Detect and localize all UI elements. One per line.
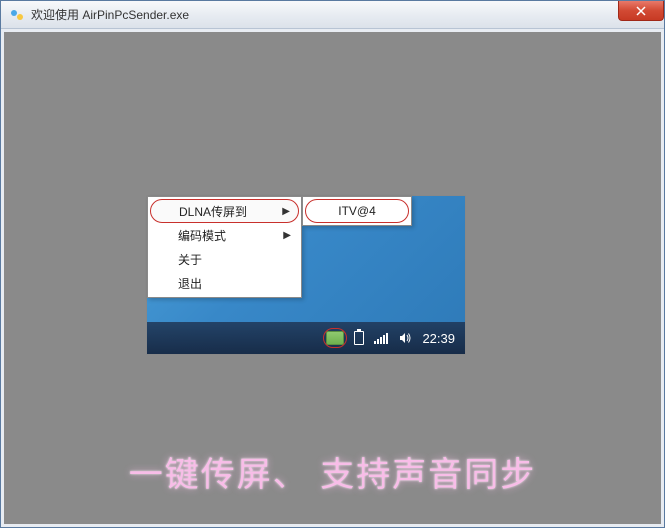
tray-app-icon[interactable] <box>326 331 344 345</box>
volume-icon[interactable] <box>398 331 412 345</box>
menu-item-about[interactable]: 关于 <box>150 247 299 271</box>
submenu: ITV@4 <box>302 196 412 226</box>
menu-item-exit[interactable]: 退出 <box>150 271 299 295</box>
menu-item-encoding[interactable]: 编码模式 ▶ <box>150 223 299 247</box>
signal-icon <box>374 332 388 344</box>
menu-item-dlna[interactable]: DLNA传屏到 ▶ <box>150 199 299 223</box>
menu-item-label: DLNA传屏到 <box>179 203 247 220</box>
content-area: DLNA传屏到 ▶ 编码模式 ▶ 关于 退出 ITV@4 <box>1 29 664 527</box>
tagline-text: 一键传屏、 支持声音同步 <box>4 447 661 496</box>
submenu-item-label: ITV@4 <box>338 204 376 218</box>
submenu-arrow-icon: ▶ <box>283 230 291 241</box>
menu-item-label: 退出 <box>178 275 202 292</box>
taskbar-clock: 22:39 <box>422 331 455 346</box>
menu-item-label: 关于 <box>178 251 202 268</box>
titlebar: 欢迎使用 AirPinPcSender.exe <box>1 1 664 29</box>
taskbar: 22:39 <box>147 322 465 354</box>
app-window: 欢迎使用 AirPinPcSender.exe DLNA传屏到 ▶ 编码模式 ▶… <box>0 0 665 528</box>
desktop-preview: DLNA传屏到 ▶ 编码模式 ▶ 关于 退出 ITV@4 <box>146 195 466 355</box>
battery-icon <box>354 331 364 345</box>
close-button[interactable] <box>618 1 664 21</box>
submenu-arrow-icon: ▶ <box>282 206 290 217</box>
app-icon <box>9 7 25 23</box>
context-menu: DLNA传屏到 ▶ 编码模式 ▶ 关于 退出 <box>147 196 302 298</box>
submenu-item-device[interactable]: ITV@4 <box>305 199 409 223</box>
menu-item-label: 编码模式 <box>178 227 226 244</box>
window-title: 欢迎使用 AirPinPcSender.exe <box>31 6 189 23</box>
